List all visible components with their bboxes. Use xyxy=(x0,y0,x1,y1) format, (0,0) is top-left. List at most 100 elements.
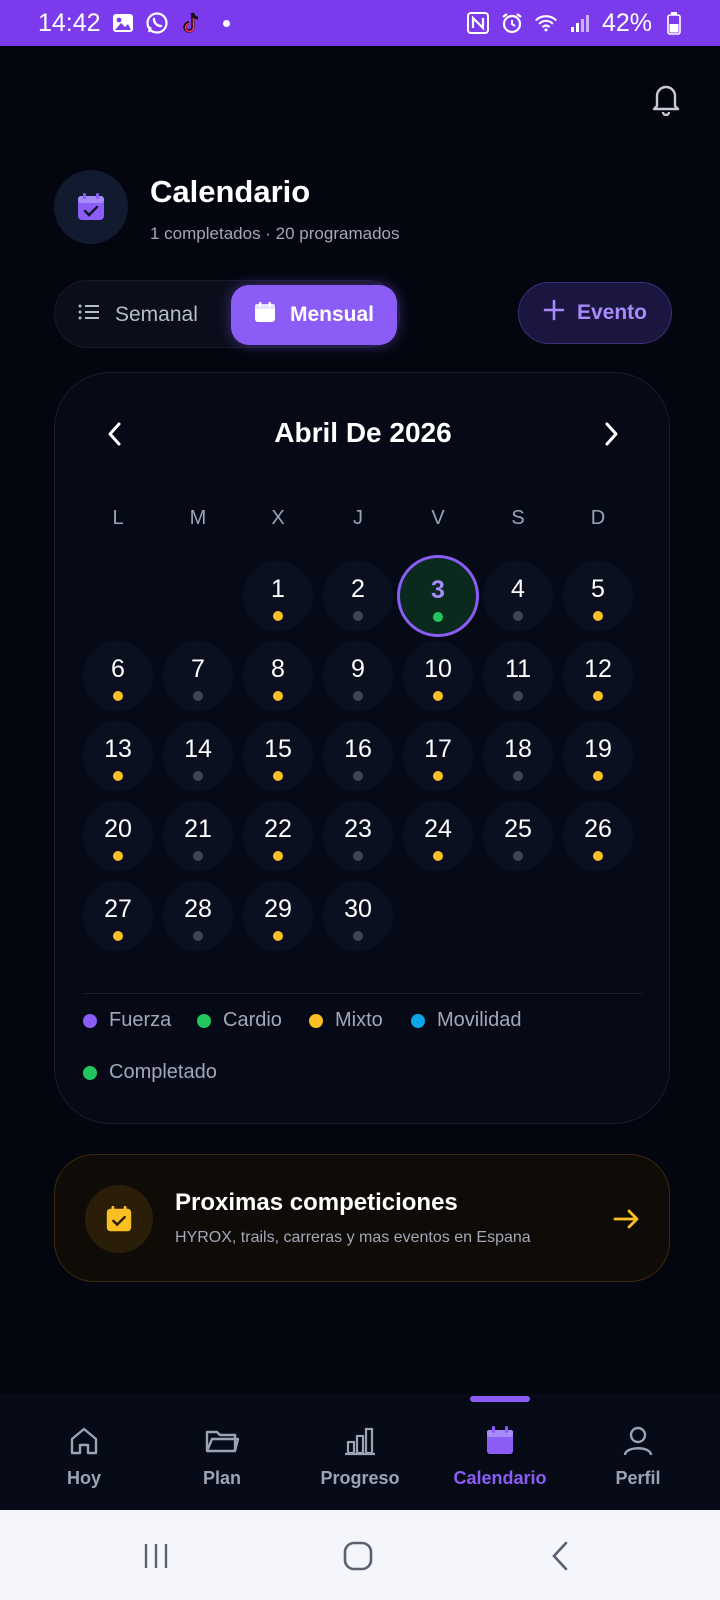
day-number: 15 xyxy=(264,735,292,763)
day-status-dot xyxy=(273,611,283,621)
calendar-day[interactable]: 29 xyxy=(243,881,313,951)
day-number: 30 xyxy=(344,895,372,923)
calendar-day[interactable]: 7 xyxy=(163,641,233,711)
day-status-dot xyxy=(513,691,523,701)
recent-apps-icon[interactable] xyxy=(136,1536,176,1576)
calendar-day[interactable]: 20 xyxy=(83,801,153,871)
day-status-dot xyxy=(593,691,603,701)
day-number: 28 xyxy=(184,895,212,923)
calendar-day-today[interactable]: 3 xyxy=(397,555,479,637)
home-button-icon[interactable] xyxy=(338,1536,378,1576)
calendar-day[interactable]: 5 xyxy=(563,561,633,631)
day-number: 5 xyxy=(591,575,605,603)
day-status-dot xyxy=(433,851,443,861)
day-number: 24 xyxy=(424,815,452,843)
calendar-day[interactable]: 12 xyxy=(563,641,633,711)
day-status-dot xyxy=(593,851,603,861)
calendar-day[interactable]: 28 xyxy=(163,881,233,951)
system-navigation-bar xyxy=(0,1510,720,1600)
dot-icon xyxy=(222,19,230,27)
day-status-dot xyxy=(113,851,123,861)
calendar-day[interactable]: 14 xyxy=(163,721,233,791)
add-event-button[interactable]: Evento xyxy=(518,282,672,344)
legend-label: Cardio xyxy=(223,1009,282,1031)
day-number: 13 xyxy=(104,735,132,763)
weekly-label: Semanal xyxy=(115,303,198,326)
monthly-view-button[interactable]: Mensual xyxy=(231,285,397,345)
day-status-dot xyxy=(113,931,123,941)
nav-item-perfil[interactable]: Perfil xyxy=(578,1424,698,1504)
day-number: 18 xyxy=(504,735,532,763)
user-icon xyxy=(623,1426,653,1456)
day-status-dot xyxy=(193,931,203,941)
day-status-dot xyxy=(513,771,523,781)
legend-label: Fuerza xyxy=(109,1009,172,1031)
next-month-button[interactable] xyxy=(597,417,627,451)
calendar-day[interactable]: 21 xyxy=(163,801,233,871)
competitions-card[interactable]: Proximas competiciones HYROX, trails, ca… xyxy=(54,1154,670,1282)
weekday-header: L xyxy=(112,507,124,529)
nav-item-progreso[interactable]: Progreso xyxy=(300,1424,420,1504)
day-number: 7 xyxy=(191,655,205,683)
calendar-day[interactable]: 27 xyxy=(83,881,153,951)
calendar-day[interactable]: 24 xyxy=(403,801,473,871)
calendar-divider xyxy=(83,993,643,994)
calendar-day[interactable]: 25 xyxy=(483,801,553,871)
nav-item-calendario[interactable]: Calendario xyxy=(440,1424,560,1504)
day-status-dot xyxy=(113,691,123,701)
status-time: 14:42 xyxy=(38,8,101,37)
day-number: 20 xyxy=(104,815,132,843)
nav-label-calendario: Calendario xyxy=(453,1468,547,1488)
calendar-day[interactable]: 2 xyxy=(323,561,393,631)
nav-item-plan[interactable]: Plan xyxy=(162,1424,282,1504)
day-status-dot xyxy=(593,611,603,621)
calendar-day[interactable]: 17 xyxy=(403,721,473,791)
calendar-day[interactable]: 18 xyxy=(483,721,553,791)
weekly-view-button[interactable]: Semanal xyxy=(77,281,198,349)
calendar-day[interactable]: 9 xyxy=(323,641,393,711)
legend-dot xyxy=(83,1065,97,1080)
legend-item-completado: Completado xyxy=(83,1061,217,1084)
calendar-day[interactable]: 10 xyxy=(403,641,473,711)
calendar-day[interactable]: 4 xyxy=(483,561,553,631)
day-number: 27 xyxy=(104,895,132,923)
day-status-dot xyxy=(353,851,363,861)
whatsapp-icon xyxy=(145,11,169,35)
legend-item-fuerza: Fuerza xyxy=(83,1009,171,1032)
calendar-day[interactable]: 6 xyxy=(83,641,153,711)
back-button-icon[interactable] xyxy=(540,1536,580,1576)
day-number: 19 xyxy=(584,735,612,763)
active-tab-indicator xyxy=(470,1396,530,1402)
weekday-header: V xyxy=(431,507,445,529)
calendar-day[interactable]: 1 xyxy=(243,561,313,631)
calendar-day[interactable]: 11 xyxy=(483,641,553,711)
day-number: 23 xyxy=(344,815,372,843)
calendar-day[interactable]: 8 xyxy=(243,641,313,711)
legend-label: Completado xyxy=(109,1061,217,1083)
nav-label-progreso: Progreso xyxy=(320,1468,400,1488)
calendar-day[interactable]: 13 xyxy=(83,721,153,791)
arrow-right-icon[interactable] xyxy=(611,1203,643,1235)
notification-bell-icon[interactable] xyxy=(648,80,684,117)
calendar-day[interactable]: 26 xyxy=(563,801,633,871)
day-status-dot xyxy=(433,612,443,622)
calendar-day[interactable]: 22 xyxy=(243,801,313,871)
legend-dot xyxy=(83,1013,97,1028)
nav-label-hoy: Hoy xyxy=(66,1468,101,1488)
calendar-day[interactable]: 30 xyxy=(323,881,393,951)
calendar-day[interactable]: 19 xyxy=(563,721,633,791)
day-number: 17 xyxy=(424,735,452,763)
day-status-dot xyxy=(353,931,363,941)
calendar-header-icon xyxy=(54,170,128,244)
day-number: 16 xyxy=(344,735,372,763)
tiktok-icon xyxy=(179,11,203,35)
calendar-day[interactable]: 15 xyxy=(243,721,313,791)
day-status-dot xyxy=(513,611,523,621)
nav-item-hoy[interactable]: Hoy xyxy=(24,1424,144,1504)
legend-dot xyxy=(309,1013,323,1028)
bar-chart-icon xyxy=(345,1427,375,1456)
calendar-day[interactable]: 16 xyxy=(323,721,393,791)
status-bar: 14:42 42% xyxy=(0,0,720,46)
weekday-header: D xyxy=(590,507,606,529)
calendar-day[interactable]: 23 xyxy=(323,801,393,871)
